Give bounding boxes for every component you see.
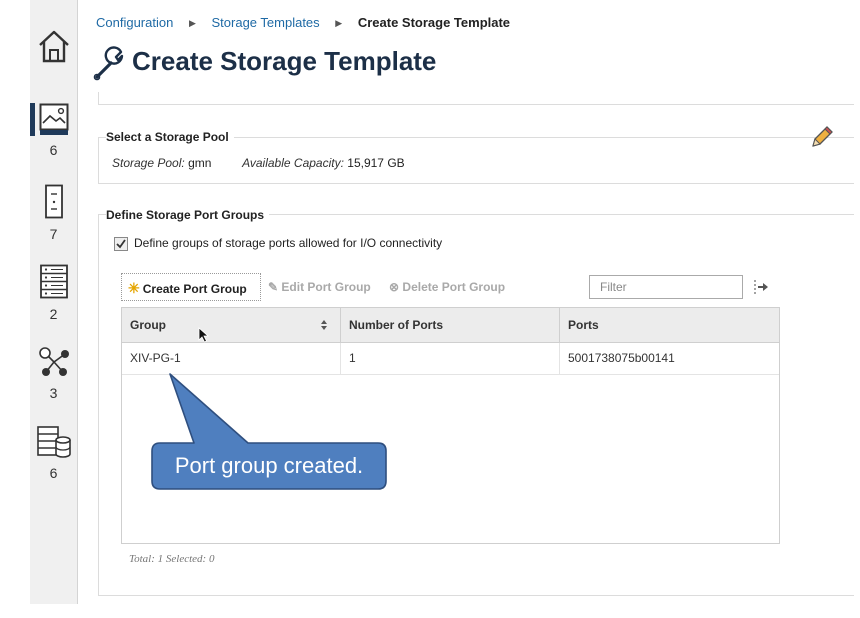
mouse-cursor-icon xyxy=(198,327,210,343)
callout-text: Port group created. xyxy=(174,453,364,478)
callout-bubble xyxy=(151,373,387,490)
